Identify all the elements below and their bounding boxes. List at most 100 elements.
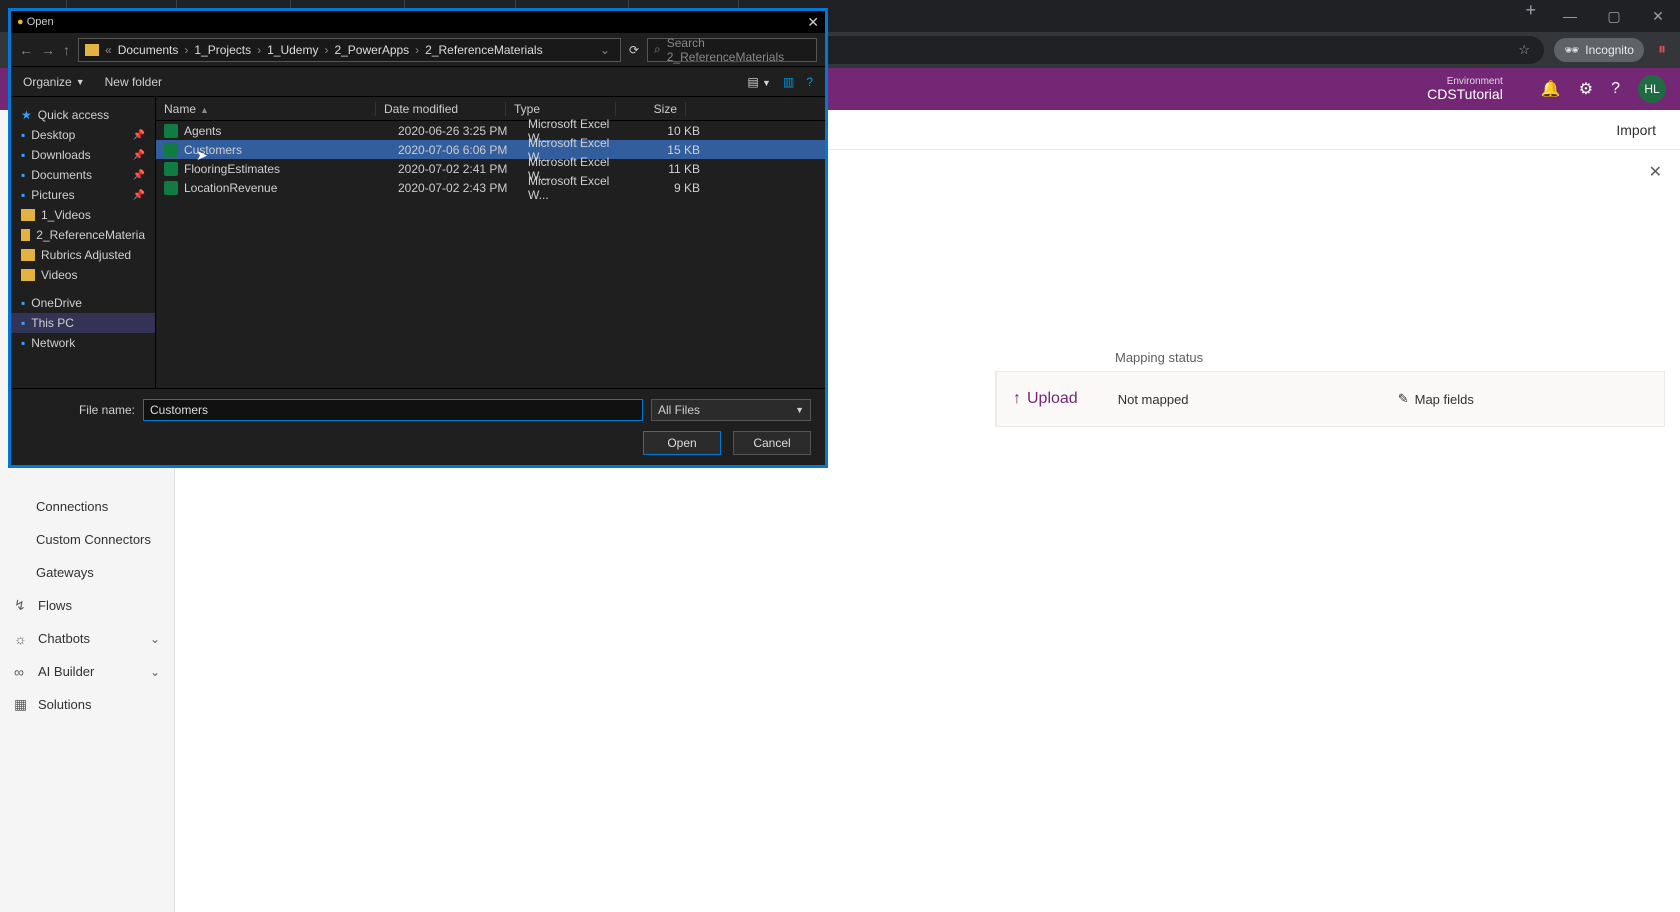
window-close[interactable]: ✕ [1636, 0, 1680, 32]
view-options-icon[interactable]: ▤ ▼ [747, 75, 771, 89]
folder-icon [85, 44, 99, 56]
pin-icon: 📌 [133, 190, 145, 201]
dialog-close-icon[interactable]: ✕ [807, 14, 819, 31]
preview-pane-icon[interactable]: ▥ [783, 75, 794, 89]
excel-icon [164, 124, 178, 138]
chevron-down-icon[interactable]: ⌄ [600, 43, 614, 57]
pin-icon: 📌 [133, 150, 145, 161]
excel-icon [164, 162, 178, 176]
pin-icon: 📌 [133, 170, 145, 181]
search-input[interactable]: ⌕Search 2_ReferenceMaterials [647, 38, 817, 62]
user-avatar[interactable]: HL [1638, 75, 1666, 103]
sidebar-item[interactable]: Custom Connectors [0, 523, 174, 556]
folder-icon [21, 269, 35, 281]
breadcrumb-bar[interactable]: « Documents›1_Projects›1_Udemy›2_PowerAp… [78, 38, 621, 62]
tree-label: Quick access [38, 108, 109, 122]
breadcrumb-segment[interactable]: Documents [118, 43, 179, 57]
window-minimize[interactable]: ― [1548, 0, 1592, 32]
tree-label: 1_Videos [41, 208, 91, 222]
close-icon[interactable]: ✕ [1649, 162, 1662, 182]
file-type-filter[interactable]: All Files▼ [651, 399, 811, 421]
star-icon: ★ [21, 108, 32, 122]
browser-menu-icon[interactable]: ⏸ [1654, 41, 1670, 59]
nav-back-button[interactable]: ← [19, 42, 33, 58]
sidebar-item[interactable]: ☼Chatbots⌄ [0, 622, 174, 655]
sidebar-item[interactable]: ∞AI Builder⌄ [0, 655, 174, 688]
tree-item[interactable]: Rubrics Adjusted [11, 245, 155, 265]
sidebar-item[interactable]: ↯Flows [0, 589, 174, 622]
tree-item[interactable]: ▪Network [11, 333, 155, 353]
sidebar-label: Custom Connectors [36, 532, 151, 547]
map-fields-button[interactable]: ✎Map fields [1374, 391, 1498, 407]
help-icon-dialog[interactable]: ? [806, 75, 813, 89]
filename-label: File name: [25, 403, 135, 417]
tree-label: Downloads [31, 148, 90, 162]
refresh-icon[interactable]: ⟳ [629, 43, 639, 57]
incognito-badge: 🕶Incognito [1554, 38, 1644, 62]
file-row[interactable]: LocationRevenue2020-07-02 2:43 PMMicroso… [156, 178, 825, 197]
folder-icon [21, 229, 30, 241]
star-icon[interactable]: ☆ [1518, 42, 1530, 58]
tree-item[interactable]: Videos [11, 265, 155, 285]
file-size: 10 KB [630, 124, 700, 138]
chevron-right-icon: › [322, 43, 330, 57]
tree-item[interactable]: 1_Videos [11, 205, 155, 225]
column-headers[interactable]: Name▲ Date modified Type Size [156, 97, 825, 121]
tree-label: OneDrive [31, 296, 82, 310]
sidebar-item[interactable]: ▦Solutions [0, 688, 174, 721]
dialog-title: Open [27, 16, 54, 28]
file-date: 2020-07-02 2:41 PM [390, 162, 520, 176]
tree-item[interactable]: ▪Documents📌 [11, 165, 155, 185]
breadcrumb-segment[interactable]: 1_Projects [194, 43, 251, 57]
organize-menu[interactable]: Organize▼ [23, 75, 85, 89]
help-icon[interactable]: ? [1611, 80, 1620, 98]
sidebar-item[interactable]: Connections [0, 490, 174, 523]
mapping-status-value: Not mapped [1094, 392, 1374, 407]
tree-item[interactable]: ▪Desktop📌 [11, 125, 155, 145]
file-date: 2020-07-02 2:43 PM [390, 181, 520, 195]
tree-label: Pictures [31, 188, 74, 202]
chevron-right-icon: › [255, 43, 263, 57]
breadcrumb-segment[interactable]: 2_ReferenceMaterials [425, 43, 542, 57]
environment-picker[interactable]: Environment CDSTutorial [1427, 76, 1503, 102]
nav-tree: ★Quick access▪Desktop📌▪Downloads📌▪Docume… [11, 97, 156, 388]
settings-icon[interactable]: ⚙ [1579, 79, 1593, 99]
new-tab-button[interactable]: + [1513, 0, 1548, 32]
tree-item[interactable]: ▪ Pictures 📌 [11, 185, 155, 205]
cancel-button[interactable]: Cancel [733, 431, 811, 455]
tree-item[interactable]: 2_ReferenceMateria [11, 225, 155, 245]
chevron-right-icon: › [413, 43, 421, 57]
nav-forward-button[interactable]: → [41, 42, 55, 58]
file-row[interactable]: FlooringEstimates2020-07-02 2:41 PMMicro… [156, 159, 825, 178]
file-row[interactable]: Agents2020-06-26 3:25 PMMicrosoft Excel … [156, 121, 825, 140]
pencil-icon: ✎ [1398, 391, 1409, 407]
breadcrumb-segment[interactable]: 1_Udemy [267, 43, 318, 57]
sidebar-label: Flows [38, 598, 72, 613]
nav-up-button[interactable]: ↑ [63, 42, 70, 58]
tree-item[interactable]: ▪ OneDrive [11, 293, 155, 313]
sidebar-icon: ∞ [14, 665, 28, 679]
sidebar-label: Chatbots [38, 631, 90, 646]
tree-item[interactable]: ▪This PC [11, 313, 155, 333]
import-button[interactable]: Import [1616, 122, 1656, 138]
file-size: 15 KB [630, 143, 700, 157]
tree-item[interactable]: ▪Downloads📌 [11, 145, 155, 165]
upload-icon: ↑ [1013, 390, 1021, 408]
open-button[interactable]: Open [643, 431, 721, 455]
filename-input[interactable] [143, 399, 643, 421]
breadcrumb-segment[interactable]: 2_PowerApps [334, 43, 409, 57]
sidebar-label: AI Builder [38, 664, 94, 679]
tree-item[interactable]: ★ Quick access [11, 105, 155, 125]
sidebar-label: Connections [36, 499, 108, 514]
new-folder-button[interactable]: New folder [105, 75, 162, 89]
tree-label: 2_ReferenceMateria [36, 228, 145, 242]
sidebar-item[interactable]: Gateways [0, 556, 174, 589]
upload-button[interactable]: ↑Upload [996, 372, 1094, 426]
sort-indicator-icon: ▲ [200, 105, 209, 115]
sidebar-icon: ▦ [14, 698, 28, 712]
file-row[interactable]: Customers2020-07-06 6:06 PMMicrosoft Exc… [156, 140, 825, 159]
window-maximize[interactable]: ▢ [1592, 0, 1636, 32]
desk-icon: ▪ [21, 188, 25, 202]
cloud-icon: ▪ [21, 296, 25, 310]
notifications-icon[interactable]: 🔔 [1541, 79, 1561, 99]
